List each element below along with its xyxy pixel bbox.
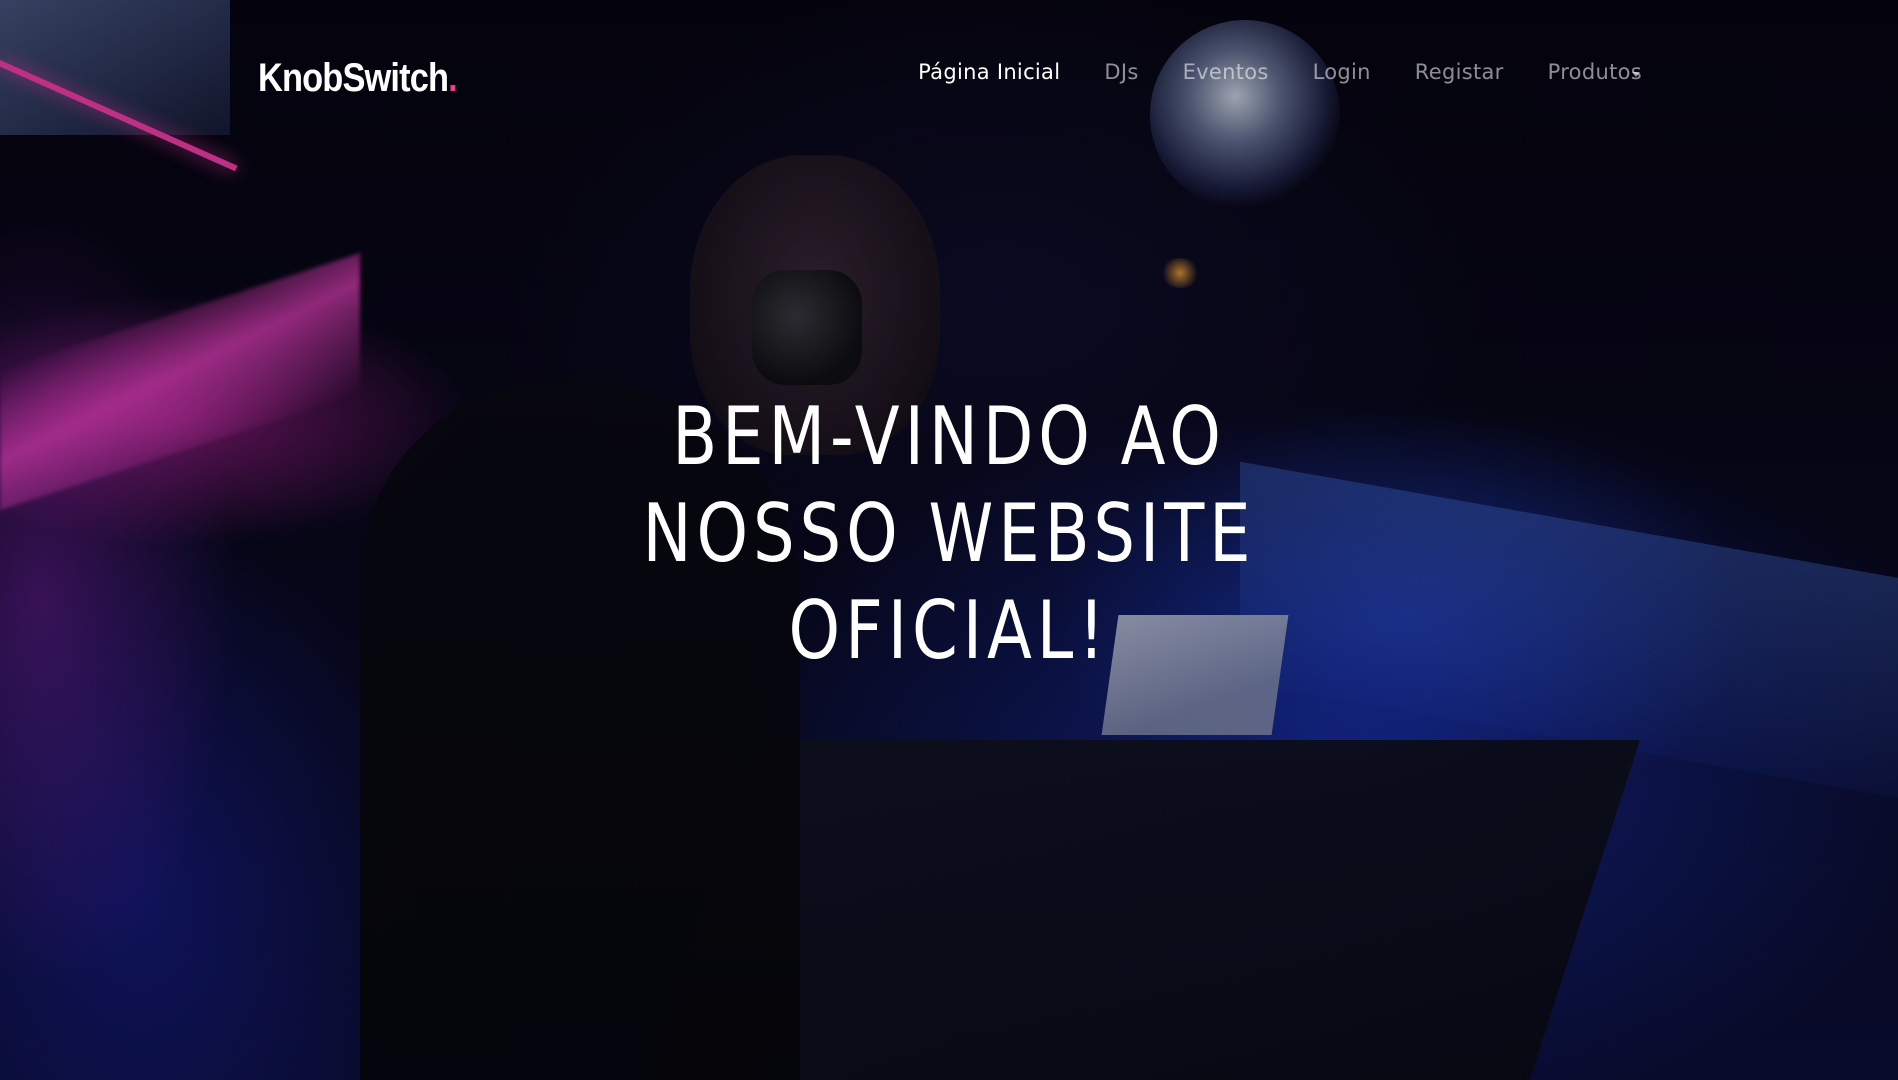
- hero-title-line-3: OFICIAL!: [788, 584, 1110, 677]
- chevron-down-icon[interactable]: [1632, 72, 1640, 77]
- nav-link-login[interactable]: Login: [1313, 60, 1371, 84]
- brand-dot: .: [448, 56, 458, 100]
- nav-link-djs[interactable]: DJs: [1104, 60, 1138, 84]
- hero-title-line-2: NOSSO WEBSITE: [642, 487, 1256, 580]
- brand-logo[interactable]: KnobSwitch.: [258, 56, 458, 101]
- nav-item-register: Registar: [1415, 60, 1504, 84]
- nav-item-djs: DJs: [1104, 60, 1138, 84]
- nav-link-events[interactable]: Eventos: [1183, 60, 1269, 84]
- nav-item-login: Login: [1313, 60, 1371, 84]
- nav-item-products: Produtos: [1548, 60, 1642, 84]
- brand-name: KnobSwitch: [258, 56, 449, 100]
- nav-link-home[interactable]: Página Inicial: [918, 60, 1060, 84]
- hero-title: BEM-VINDO AO NOSSO WEBSITE OFICIAL!: [171, 388, 1727, 679]
- nav-menu: Página Inicial DJs Eventos Login Regista…: [918, 60, 1642, 84]
- nav-link-products[interactable]: Produtos: [1548, 60, 1642, 84]
- nav-item-events: Eventos: [1183, 60, 1269, 84]
- navbar: KnobSwitch. Página Inicial DJs Eventos L…: [0, 0, 1898, 160]
- nav-link-register[interactable]: Registar: [1415, 60, 1504, 84]
- nav-item-home: Página Inicial: [918, 60, 1060, 84]
- hero-title-line-1: BEM-VINDO AO: [672, 390, 1226, 483]
- hero-section: KnobSwitch. Página Inicial DJs Eventos L…: [0, 0, 1898, 1080]
